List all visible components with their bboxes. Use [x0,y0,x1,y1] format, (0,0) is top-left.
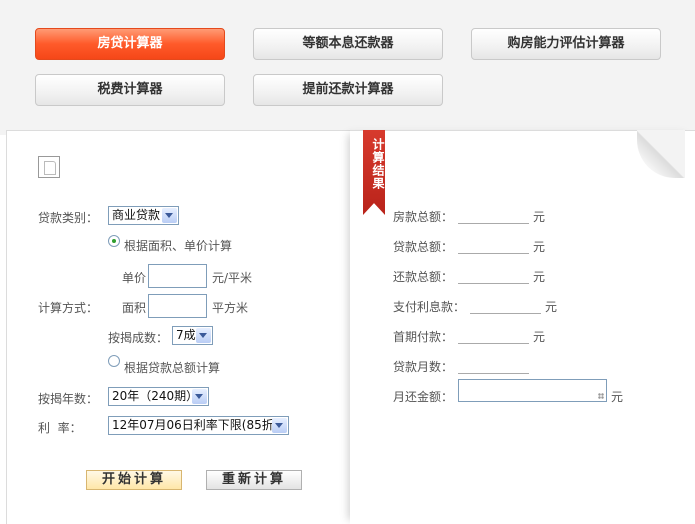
years-select[interactable]: 20年（240期） [108,387,209,406]
tab-equal-installment[interactable]: 等额本息还款器 [253,28,443,60]
loan-total-value [458,253,529,254]
interest-paid-label: 支付利息款： [393,300,466,314]
interest-paid-unit: 元 [545,300,558,314]
monthly-payment-label: 月还金额： [393,390,454,404]
rate-value: 12年07月06日利率下限(85折) [112,418,279,432]
loan-type-label: 贷款类别： [38,211,99,225]
start-calculate-button[interactable]: 开始计算 [86,470,182,490]
loan-total-label: 贷款总额： [393,240,454,254]
monthly-payment-unit: 元 [611,390,624,404]
radio-by-area[interactable] [108,235,120,247]
chevron-down-icon [196,328,211,343]
monthly-payment-field[interactable] [458,379,607,402]
chevron-down-icon [162,208,177,223]
tab-mortgage-calculator[interactable]: 房贷计算器 [35,28,225,60]
rate-label: 利 率： [38,421,82,435]
chevron-down-icon [272,418,287,433]
area-unit: 平方米 [212,301,249,315]
area-input[interactable] [148,294,207,318]
top-background [0,0,695,135]
house-total-unit: 元 [533,210,546,224]
house-total-label: 房款总额： [393,210,454,224]
results-panel [350,130,695,524]
broken-image-icon [38,156,60,178]
tab-tax-calculator[interactable]: 税费计算器 [35,74,225,106]
years-label: 按揭年数： [38,392,99,406]
rate-select[interactable]: 12年07月06日利率下限(85折) [108,416,289,435]
loan-type-select[interactable]: 商业贷款 [108,206,179,225]
repay-total-unit: 元 [533,270,546,284]
loan-months-label: 贷款月数： [393,360,454,374]
repay-total-value [458,283,529,284]
tab-prepayment[interactable]: 提前还款计算器 [253,74,443,106]
loan-total-unit: 元 [533,240,546,254]
interest-paid-value [470,313,541,314]
years-value: 20年（240期） [112,389,199,403]
mortgage-ratio-select[interactable]: 7成 [172,326,213,345]
radio-by-total[interactable] [108,355,120,367]
down-payment-value [458,343,529,344]
unit-price-unit: 元/平米 [212,271,253,285]
option-area-label: 根据面积、单价计算 [124,239,233,253]
down-payment-label: 首期付款： [393,330,454,344]
calc-method-label: 计算方式： [38,301,99,315]
mortgage-ratio-label: 按揭成数： [108,331,169,345]
loan-type-value: 商业贷款 [112,208,161,222]
reset-button[interactable]: 重新计算 [206,470,302,490]
option-total-label: 根据贷款总额计算 [124,361,221,375]
chevron-down-icon [192,389,207,404]
repay-total-label: 还款总额： [393,270,454,284]
results-ribbon-label: 计算结果 [371,138,385,190]
mortgage-ratio-value: 7成 [176,328,196,342]
house-total-value [458,223,529,224]
unit-price-input[interactable] [148,264,207,288]
loan-months-value [458,373,529,374]
down-payment-unit: 元 [533,330,546,344]
tab-affordability[interactable]: 购房能力评估计算器 [471,28,661,60]
